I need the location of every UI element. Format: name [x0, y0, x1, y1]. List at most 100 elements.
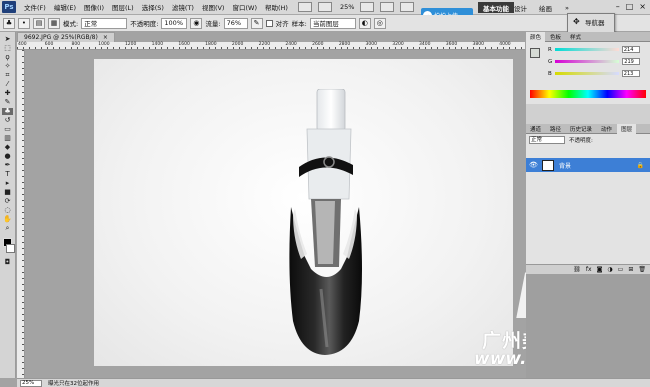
- delete-layer-icon[interactable]: 🗑: [638, 266, 646, 273]
- blue-slider[interactable]: [554, 72, 619, 75]
- aligned-checkbox[interactable]: [265, 19, 273, 27]
- minimize-icon[interactable]: –: [616, 2, 620, 11]
- tab-color[interactable]: 颜色: [526, 31, 546, 42]
- launch-bridge-icon[interactable]: [297, 2, 312, 12]
- flow-field[interactable]: 76%: [223, 17, 248, 29]
- eraser-tool-icon[interactable]: ▭: [2, 126, 13, 133]
- tab-paths[interactable]: 路径: [546, 124, 565, 134]
- quick-select-tool-icon[interactable]: ✧: [2, 63, 13, 70]
- dodge-tool-icon[interactable]: ●: [2, 153, 13, 160]
- vertical-ruler[interactable]: [17, 50, 25, 378]
- ignore-adjustment-layers-icon[interactable]: ◐: [358, 17, 371, 29]
- pressure-size-icon[interactable]: ◎: [373, 17, 386, 29]
- maximize-icon[interactable]: □: [626, 2, 634, 11]
- lasso-tool-icon[interactable]: ϙ: [2, 54, 13, 61]
- red-slider[interactable]: [554, 48, 619, 51]
- sample-select[interactable]: 当前图层: [309, 17, 356, 29]
- red-value[interactable]: 214: [621, 46, 640, 53]
- toggle-brush-panel-icon[interactable]: ▤: [33, 17, 45, 29]
- workspace-design[interactable]: 设计: [509, 2, 532, 13]
- opacity-field[interactable]: 100%: [161, 17, 188, 29]
- menu-edit[interactable]: 编辑(E): [50, 2, 80, 12]
- menu-view[interactable]: 视图(V): [198, 2, 229, 12]
- path-select-tool-icon[interactable]: ▸: [2, 180, 13, 187]
- quick-mask-icon[interactable]: ◘: [2, 259, 13, 266]
- status-zoom-field[interactable]: 25%: [20, 379, 42, 387]
- layer-row-background[interactable]: 👁 背景 🔒: [526, 158, 650, 172]
- dropdown-item-navigator-label: 导航器: [585, 19, 605, 27]
- mode-select[interactable]: 正常: [81, 17, 128, 29]
- link-layers-icon[interactable]: ⛓: [573, 266, 581, 273]
- clone-stamp-tool-icon[interactable]: ♣: [2, 108, 13, 115]
- brush-tool-icon[interactable]: ✎: [2, 99, 13, 106]
- healing-tool-icon[interactable]: ✚: [2, 90, 13, 97]
- pressure-opacity-icon[interactable]: ◉: [190, 17, 203, 29]
- workspace-more[interactable]: »: [560, 2, 574, 13]
- screen-mode-icon[interactable]: [400, 2, 415, 12]
- blend-mode-select[interactable]: 正常: [529, 136, 565, 144]
- new-layer-icon[interactable]: ⊞: [628, 266, 633, 273]
- blur-tool-icon[interactable]: ◆: [2, 144, 13, 151]
- navigator-icon: ✥: [573, 17, 580, 26]
- color-panel-swatch[interactable]: [530, 48, 540, 58]
- 3d-orbit-tool-icon[interactable]: ◌: [2, 207, 13, 214]
- brush-size-icon[interactable]: •: [18, 17, 30, 29]
- hand-tool-icon[interactable]: ✋: [2, 216, 13, 223]
- shape-tool-icon[interactable]: ■: [2, 189, 13, 196]
- menu-file[interactable]: 文件(F): [20, 2, 50, 12]
- eyedropper-tool-icon[interactable]: ⁄: [2, 81, 13, 88]
- menu-help[interactable]: 帮助(H): [261, 2, 292, 12]
- menu-image[interactable]: 图像(I): [80, 2, 108, 12]
- menu-layer[interactable]: 图层(L): [108, 2, 138, 12]
- move-tool-icon[interactable]: ➤: [2, 36, 13, 43]
- tab-channels[interactable]: 通道: [526, 124, 545, 134]
- marquee-tool-icon[interactable]: ⬚: [2, 45, 13, 52]
- document-close-icon[interactable]: ×: [103, 34, 108, 41]
- new-group-icon[interactable]: ▭: [618, 266, 624, 273]
- add-mask-icon[interactable]: ◙: [597, 266, 603, 273]
- ruler-label: 2200: [258, 42, 271, 47]
- 3d-rotate-tool-icon[interactable]: ⟳: [2, 198, 13, 205]
- new-adjustment-icon[interactable]: ◑: [607, 266, 612, 273]
- green-value[interactable]: 219: [622, 58, 641, 65]
- history-brush-tool-icon[interactable]: ↺: [2, 117, 13, 124]
- green-slider[interactable]: [555, 60, 620, 63]
- layer-name[interactable]: 背景: [559, 161, 571, 170]
- workspace-painting[interactable]: 绘画: [534, 2, 557, 13]
- status-info[interactable]: 曝光只在32位起作用: [48, 379, 99, 387]
- close-icon[interactable]: ×: [639, 2, 646, 11]
- layer-style-icon[interactable]: fx: [586, 266, 592, 273]
- menu-window[interactable]: 窗口(W): [228, 2, 261, 12]
- hand-tool-icon[interactable]: [360, 2, 375, 12]
- menu-select[interactable]: 选择(S): [138, 2, 168, 12]
- ruler-label: 2800: [338, 42, 351, 47]
- zoom-level[interactable]: 25%: [340, 3, 354, 11]
- type-tool-icon[interactable]: T: [2, 171, 13, 178]
- airbrush-icon[interactable]: ✎: [250, 17, 263, 29]
- blue-value[interactable]: 213: [621, 70, 640, 77]
- view-extras-icon[interactable]: [317, 2, 332, 12]
- tab-actions[interactable]: 动作: [597, 124, 616, 134]
- crop-tool-icon[interactable]: ⌗: [2, 72, 13, 79]
- ruler-label: 3000: [365, 42, 377, 47]
- tab-styles[interactable]: 样式: [566, 32, 585, 42]
- tab-layers[interactable]: 图层: [617, 123, 637, 134]
- ruler-label: 2600: [312, 42, 324, 47]
- tab-swatches[interactable]: 色板: [546, 32, 565, 42]
- background-color-swatch[interactable]: [6, 244, 15, 253]
- visibility-eye-icon[interactable]: 👁: [529, 161, 538, 169]
- ruler-label: 1400: [151, 42, 164, 47]
- menu-filter[interactable]: 滤镜(T): [168, 2, 198, 12]
- tab-history[interactable]: 历史记录: [566, 124, 596, 134]
- dropdown-item-navigator[interactable]: ✥ 导航器: [568, 14, 614, 30]
- clone-stamp-preset-icon[interactable]: ♣: [3, 17, 15, 29]
- toggle-clone-source-icon[interactable]: ▦: [48, 17, 60, 29]
- arrange-documents-icon[interactable]: [380, 2, 395, 12]
- document-canvas[interactable]: [94, 59, 513, 366]
- document-tab[interactable]: 9692.JPG @ 25%(RGB/8) ×: [17, 32, 115, 42]
- gradient-tool-icon[interactable]: ▥: [2, 135, 13, 142]
- color-spectrum[interactable]: [530, 90, 646, 98]
- red-slider-row: R 214: [548, 46, 640, 53]
- zoom-tool-icon[interactable]: ⌕: [2, 225, 13, 232]
- pen-tool-icon[interactable]: ✒: [2, 162, 13, 169]
